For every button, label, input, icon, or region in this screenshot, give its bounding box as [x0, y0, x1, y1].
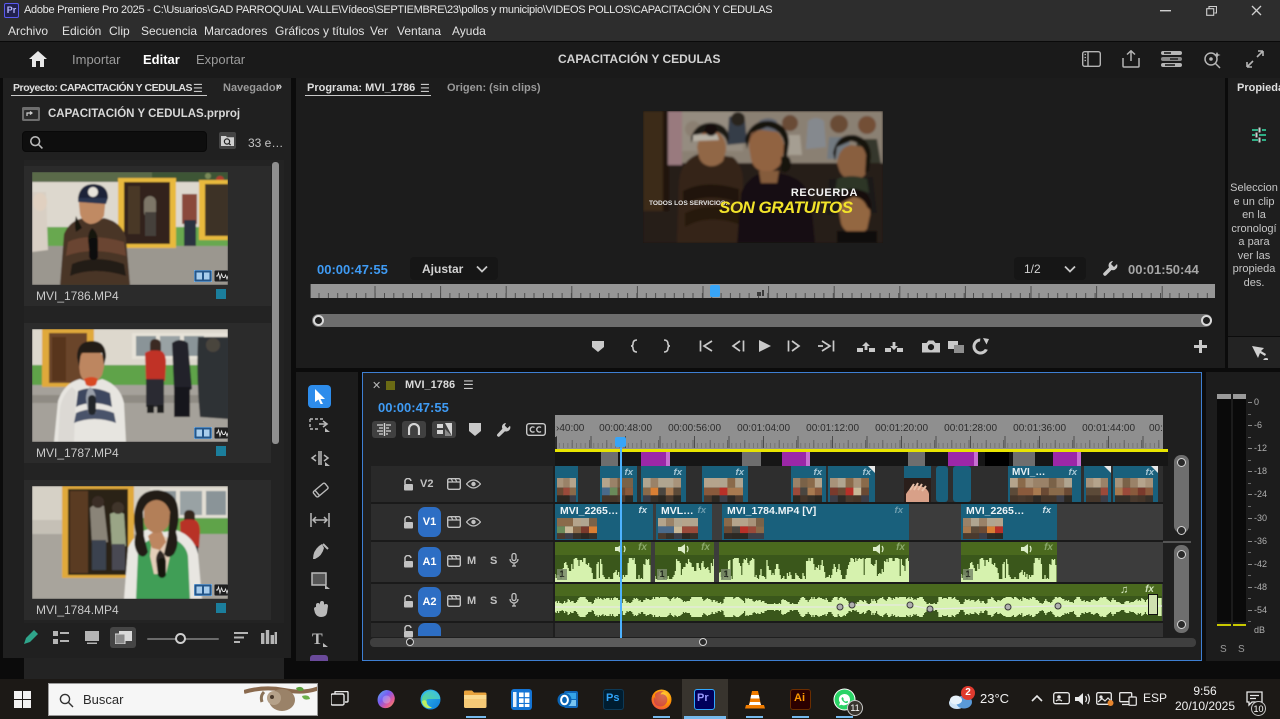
svg-text:00:01:20:00: 00:01:20:00 — [875, 423, 928, 434]
svg-text:00:01:04:00: 00:01:04:00 — [737, 423, 790, 434]
svg-text:SON GRATUITOS: SON GRATUITOS — [719, 198, 854, 217]
svg-text:›40:00: ›40:00 — [556, 423, 585, 434]
svg-text:00:01:28:00: 00:01:28:00 — [944, 423, 997, 434]
svg-text:TODOS LOS SERVICIOS:: TODOS LOS SERVICIOS: — [649, 200, 728, 207]
svg-text:00:01:36:00: 00:01:36:00 — [1013, 423, 1066, 434]
svg-text:T: T — [312, 631, 323, 647]
svg-text:00:00:48:00: 00:00:48:00 — [599, 423, 652, 434]
svg-text:00:01:12:00: 00:01:12:00 — [806, 423, 859, 434]
svg-text:00:00:56:00: 00:00:56:00 — [668, 423, 721, 434]
svg-text:00:01:44:00: 00:01:44:00 — [1082, 423, 1135, 434]
svg-text:00:1:5: 00:1:5 — [1149, 423, 1163, 434]
